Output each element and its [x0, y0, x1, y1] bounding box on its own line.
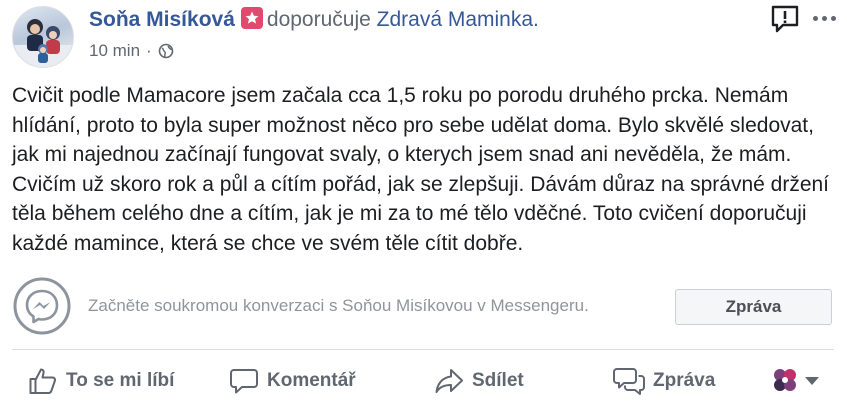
share-button[interactable]: Sdílet — [434, 365, 524, 397]
messenger-prompt: Začněte soukromou konverzaci s Soňou Mis… — [88, 296, 589, 315]
avatar-photo — [13, 19, 73, 67]
share-label: Sdílet — [472, 370, 524, 391]
send-message-button[interactable]: Zpráva — [675, 289, 832, 325]
share-icon — [434, 366, 464, 396]
message-button[interactable]: Zpráva — [613, 365, 715, 397]
messenger-icon — [13, 277, 71, 335]
report-icon[interactable] — [770, 4, 800, 34]
meta-separator: · — [146, 41, 152, 60]
comment-icon — [229, 366, 259, 396]
divider — [12, 349, 834, 350]
more-options-icon[interactable] — [809, 8, 839, 28]
globe-icon[interactable] — [158, 43, 174, 59]
comment-button[interactable]: Komentář — [229, 365, 356, 397]
comment-label: Komentář — [267, 370, 356, 391]
post-header: Soňa Misíková doporučuje Zdravá Maminka. — [89, 7, 539, 33]
recommends-text: doporučuje — [266, 8, 371, 31]
like-label: To se mi líbí — [66, 370, 175, 391]
page-name-link[interactable]: Zdravá Maminka. — [377, 8, 539, 31]
avatar[interactable] — [12, 6, 74, 68]
like-button[interactable]: To se mi líbí — [28, 365, 174, 397]
post-timestamp[interactable]: 10 min — [89, 40, 140, 62]
reaction-flower-icon — [772, 367, 798, 398]
post-text: Cvičit podle Mamacore jsem začala cca 1,… — [12, 84, 830, 255]
post-meta: 10 min · — [89, 40, 174, 62]
author-name[interactable]: Soňa Misíková — [89, 8, 235, 31]
recommendation-star-icon — [240, 7, 263, 29]
reaction-selector[interactable] — [772, 368, 819, 396]
chat-bubbles-icon — [613, 366, 645, 396]
message-label: Zpráva — [653, 370, 716, 391]
chevron-down-icon — [805, 373, 819, 391]
thumbs-up-icon — [28, 366, 58, 396]
